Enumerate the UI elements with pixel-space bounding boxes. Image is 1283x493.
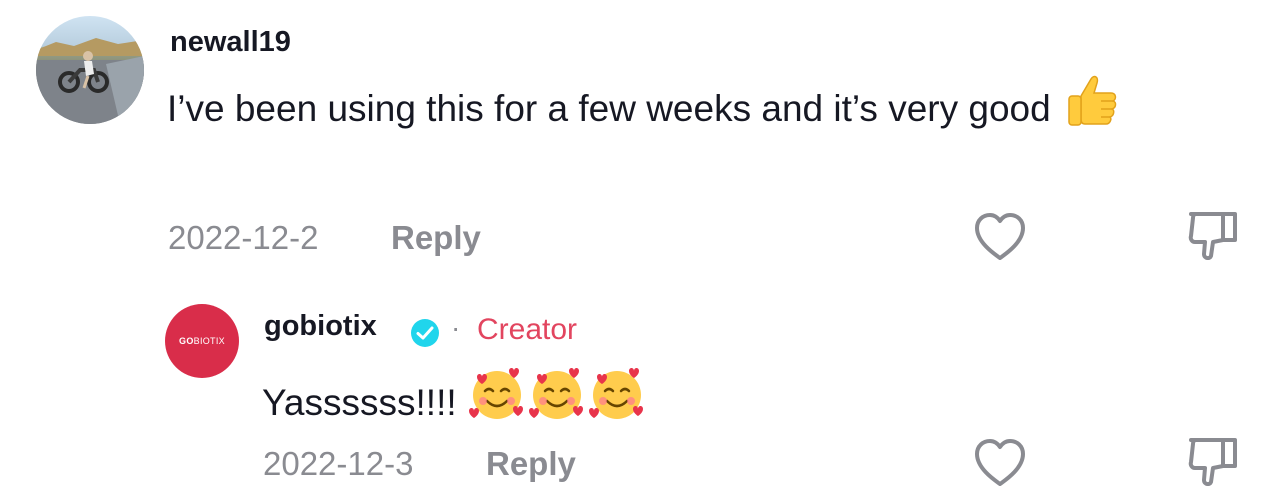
comment-username[interactable]: newall19 <box>170 26 291 59</box>
reply-username[interactable]: gobiotix <box>264 310 377 343</box>
verified-badge-icon <box>410 318 440 348</box>
dislike-icon[interactable] <box>1185 208 1241 264</box>
smiling-face-with-hearts-icon <box>587 363 647 447</box>
thumbs-up-icon <box>1061 69 1121 153</box>
like-heart-icon[interactable] <box>972 210 1028 262</box>
avatar-logo-text: GOBIOTIX <box>179 336 225 346</box>
reply-comment: GOBIOTIX gobiotix · Creator Yassssss!!!! <box>0 290 1283 493</box>
comment-date: 2022-12-2 <box>168 219 319 256</box>
smiling-face-with-hearts-icon <box>527 363 587 447</box>
avatar-photo-icon <box>36 38 144 124</box>
avatar[interactable] <box>36 16 144 124</box>
creator-avatar[interactable]: GOBIOTIX <box>165 304 239 378</box>
comment-thread: newall19 I’ve been using this for a few … <box>0 0 1283 493</box>
reply-button[interactable]: Reply <box>391 219 481 257</box>
comment-text: I’ve been using this for a few weeks and… <box>167 69 1207 153</box>
comment-text-content: I’ve been using this for a few weeks and… <box>167 87 1051 129</box>
reply-text-content: Yassssss!!!! <box>262 381 457 423</box>
comment: newall19 I’ve been using this for a few … <box>0 0 1283 280</box>
smiling-face-with-hearts-icon <box>467 363 527 447</box>
like-heart-icon[interactable] <box>972 436 1028 488</box>
reply-date: 2022-12-3 <box>263 445 414 482</box>
separator-dot: · <box>451 312 461 343</box>
reply-text: Yassssss!!!! <box>262 363 647 447</box>
reply-button[interactable]: Reply <box>486 445 576 483</box>
creator-badge: Creator <box>477 313 578 346</box>
dislike-icon[interactable] <box>1185 434 1241 490</box>
